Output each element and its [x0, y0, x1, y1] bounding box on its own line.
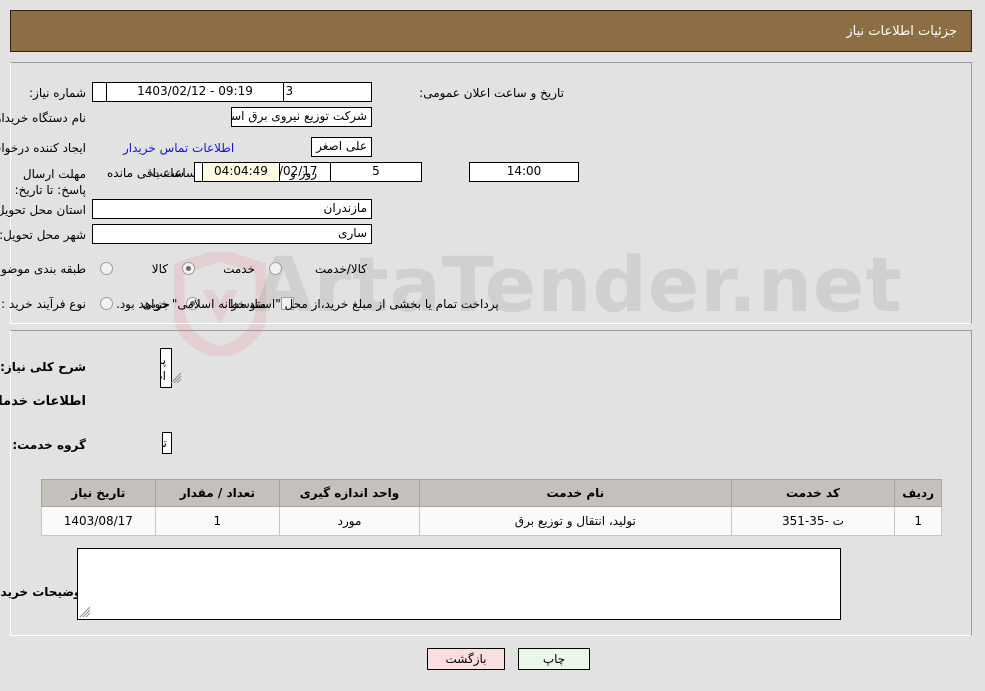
service-group-label: گروه خدمت: — [13, 438, 87, 452]
creator-label: ایجاد کننده درخواست: — [0, 141, 87, 155]
buyer-org-value: شرکت توزیع نیروی برق استان مازندران — [232, 107, 373, 127]
col-need-date: تاریخ نیاز — [42, 479, 157, 507]
buyer-contact-link[interactable]: اطلاعات تماس خریدار — [124, 141, 235, 155]
buyer-notes-textarea[interactable] — [78, 548, 842, 620]
service-group-value: تامین برق، گاز، بخار و تهویه هوا — [163, 432, 173, 454]
need-number-label: شماره نیاز: — [30, 86, 87, 100]
cell-unit: مورد — [279, 506, 422, 536]
print-button[interactable]: چاپ — [519, 648, 591, 670]
announce-datetime-value: 1403/02/12 - 09:19 — [107, 82, 285, 102]
radio-category-kala-label: کالا — [152, 262, 169, 276]
cell-service-code: ت -35-351 — [731, 506, 897, 536]
days-label: روز و — [291, 166, 318, 180]
province-label: استان محل تحویل: — [0, 203, 87, 217]
treasury-note: پرداخت تمام یا بخشی از مبلغ خرید،از محل … — [117, 297, 500, 311]
deadline-time-value: 14:00 — [470, 162, 580, 182]
radio-category-kala-khedmat[interactable] — [270, 262, 283, 275]
col-unit: واحد اندازه گیری — [279, 479, 422, 507]
buyer-org-label: نام دستگاه خریدار: — [0, 111, 87, 125]
cell-row-no: 1 — [895, 506, 943, 536]
radio-category-kala-khedmat-label: کالا/خدمت — [315, 262, 368, 276]
cell-quantity: 1 — [155, 506, 281, 536]
deadline-label: مهلت ارسال پاسخ: تا تاریخ: — [15, 167, 87, 197]
col-quantity: تعداد / مقدار — [155, 479, 281, 507]
col-row-no: ردیف — [895, 479, 943, 507]
deadline-days-value: 5 — [331, 162, 423, 182]
buyer-notes-label: توضیحات خریدار: — [0, 585, 87, 599]
table-row: 1 ت -35-351 تولید، انتقال و توزیع برق مو… — [42, 506, 943, 536]
cell-service-name: تولید، انتقال و توزیع برق — [420, 506, 733, 536]
cell-need-date: 1403/08/17 — [42, 506, 157, 536]
col-service-code: کد خدمت — [731, 479, 897, 507]
back-button[interactable]: بازگشت — [428, 648, 506, 670]
radio-process-jozee[interactable] — [101, 297, 114, 310]
creator-value: علی اصغر رجبی علی مانی کاربرداز شرکت توز… — [312, 137, 373, 157]
city-label: شهر محل تحویل: — [0, 228, 87, 242]
resize-grip-icon[interactable] — [171, 372, 183, 384]
table-header-row: ردیف کد خدمت نام خدمت واحد اندازه گیری ت… — [42, 479, 943, 507]
page-header-bar: جزئیات اطلاعات نیاز — [11, 10, 973, 52]
announce-datetime-label: تاریخ و ساعت اعلان عمومی: — [420, 86, 565, 100]
category-label: طبقه بندی موضوعی: — [0, 262, 87, 276]
countdown-value: 04:04:49 — [203, 162, 281, 182]
description-label: شرح کلی نیاز: — [1, 360, 87, 374]
resize-grip-icon-2[interactable] — [80, 606, 92, 618]
services-table: ردیف کد خدمت نام خدمت واحد اندازه گیری ت… — [42, 479, 943, 536]
services-section-heading: اطلاعات خدمات مورد نیاز — [0, 394, 87, 409]
radio-category-khedmat[interactable] — [183, 262, 196, 275]
col-service-name: نام خدمت — [420, 479, 733, 507]
remaining-label: ساعت باقی مانده — [108, 166, 198, 180]
process-label: نوع فرآیند خرید : — [2, 297, 87, 311]
radio-category-khedmat-label: خدمت — [224, 262, 256, 276]
page-title: جزئیات اطلاعات نیاز — [847, 23, 958, 39]
city-value: ساری — [93, 224, 373, 244]
radio-category-kala[interactable] — [101, 262, 114, 275]
province-value: مازندران — [93, 199, 373, 219]
